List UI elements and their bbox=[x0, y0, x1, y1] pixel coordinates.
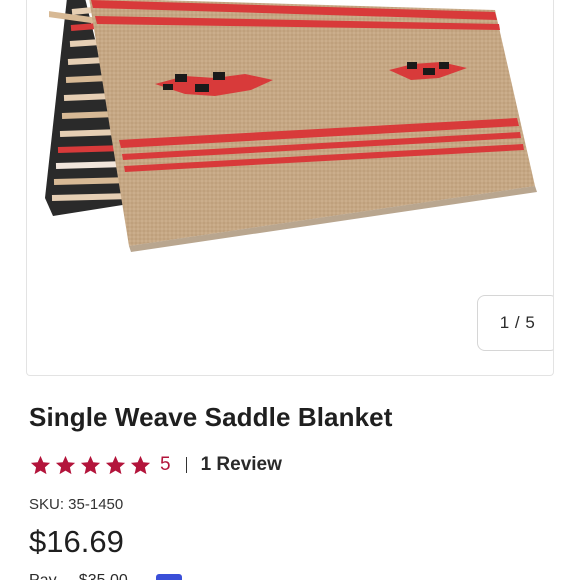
product-image bbox=[45, 0, 537, 252]
rating-value: 5 bbox=[160, 454, 171, 475]
product-price: $16.69 bbox=[29, 524, 124, 559]
star-icon bbox=[105, 455, 126, 474]
payment-provider-badge[interactable] bbox=[155, 573, 182, 580]
reviews-link[interactable]: 1 Review bbox=[201, 454, 282, 476]
promo-text: Pay ... $35.00 ... bbox=[29, 572, 146, 580]
product-sku: SKU: 35-1450 bbox=[29, 496, 124, 513]
rating-row[interactable]: 5 1 Review bbox=[29, 452, 282, 478]
star-icon bbox=[30, 455, 51, 474]
star-icon bbox=[55, 455, 76, 474]
image-counter[interactable]: 1 / 5 bbox=[477, 295, 553, 351]
star-rating bbox=[29, 454, 152, 477]
product-image-gallery[interactable]: 1 / 5 bbox=[26, 0, 554, 376]
product-title: Single Weave Saddle Blanket bbox=[29, 402, 393, 432]
star-icon bbox=[130, 455, 151, 474]
star-icon bbox=[80, 455, 101, 474]
payment-promo: Pay ... $35.00 ... bbox=[29, 572, 549, 580]
rating-divider bbox=[185, 457, 187, 473]
